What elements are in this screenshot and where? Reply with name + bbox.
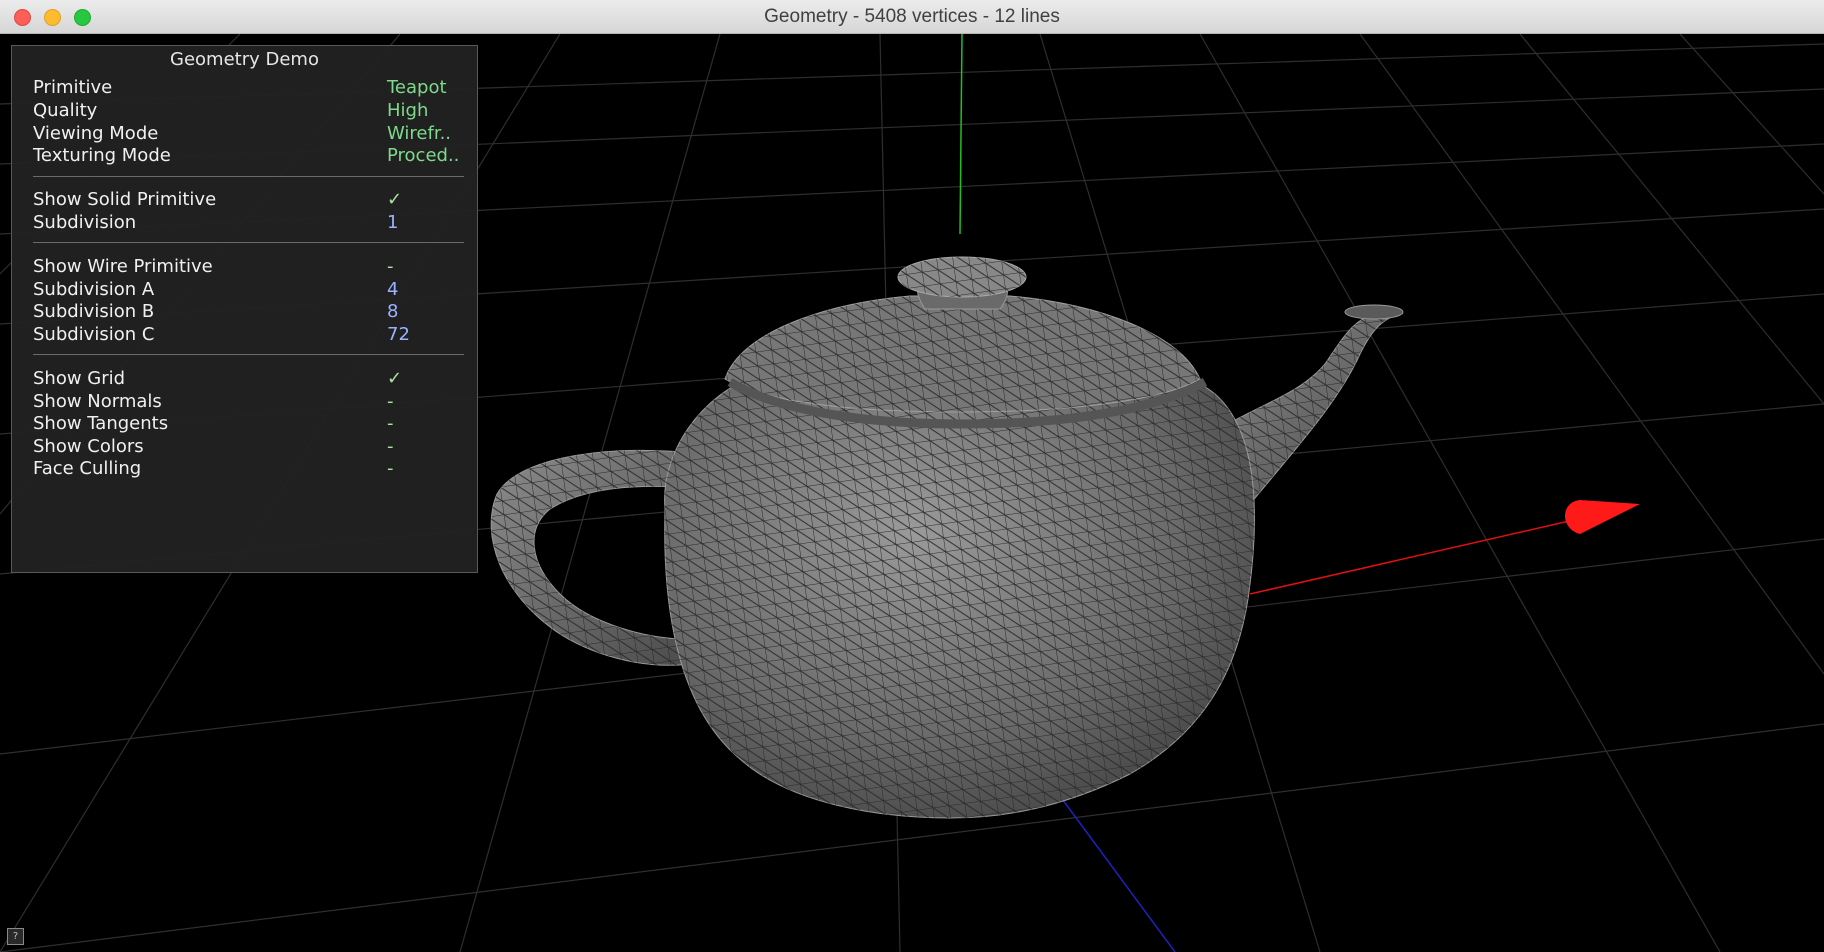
param-label: Subdivision B: [33, 301, 155, 322]
teapot-lid: [724, 256, 1208, 429]
param-row-show-solid-primitive[interactable]: Show Solid Primitive ✓: [33, 189, 453, 211]
title-bar[interactable]: Geometry - 5408 vertices - 12 lines: [0, 0, 1824, 34]
param-row-subdivision-a[interactable]: Subdivision A 4: [33, 279, 453, 301]
param-row-subdivision[interactable]: Subdivision 1: [33, 212, 453, 234]
param-value[interactable]: Teapot: [387, 77, 447, 98]
param-label: Viewing Mode: [33, 123, 159, 144]
param-row-quality[interactable]: Quality High: [33, 100, 453, 122]
y-axis-line: [959, 34, 963, 235]
param-label: Subdivision C: [33, 324, 155, 345]
param-label: Show Normals: [33, 391, 162, 412]
param-value[interactable]: -: [387, 391, 394, 412]
param-label: Subdivision: [33, 212, 137, 233]
window-title: Geometry - 5408 vertices - 12 lines: [764, 6, 1060, 27]
param-row-texturing-mode[interactable]: Texturing Mode Proced..: [33, 145, 459, 167]
geometry-demo-panel[interactable]: Geometry Demo Primitive Teapot Quality H…: [11, 45, 478, 573]
param-value[interactable]: 8: [387, 301, 398, 322]
param-row-primitive[interactable]: Primitive Teapot: [33, 77, 453, 99]
param-row-show-wire-primitive[interactable]: Show Wire Primitive -: [33, 256, 453, 278]
checkmark-icon[interactable]: ✓: [387, 189, 402, 210]
checkmark-icon[interactable]: ✓: [387, 368, 402, 389]
param-row-show-colors[interactable]: Show Colors -: [33, 436, 453, 458]
param-row-show-grid[interactable]: Show Grid ✓: [33, 368, 453, 390]
param-row-face-culling[interactable]: Face Culling -: [33, 458, 453, 480]
panel-title: Geometry Demo: [170, 49, 319, 70]
param-label: Face Culling: [33, 458, 142, 479]
x-axis-line: [1249, 513, 1601, 595]
param-row-show-tangents[interactable]: Show Tangents -: [33, 413, 453, 435]
param-value[interactable]: 72: [387, 324, 410, 345]
param-label: Show Tangents: [33, 413, 169, 434]
app-window: Geometry - 5408 vertices - 12 lines Geom…: [0, 0, 1824, 952]
param-label: Quality: [33, 100, 98, 121]
param-label: Show Solid Primitive: [33, 189, 217, 210]
param-value[interactable]: -: [387, 256, 394, 277]
panel-separator: [33, 176, 464, 177]
panel-separator: [33, 354, 464, 355]
param-row-show-normals[interactable]: Show Normals -: [33, 391, 453, 413]
param-value[interactable]: -: [387, 458, 394, 479]
help-icon[interactable]: ?: [7, 928, 24, 945]
param-label: Show Colors: [33, 436, 144, 457]
param-value[interactable]: Proced..: [387, 145, 459, 166]
param-value[interactable]: Wirefr..: [387, 123, 451, 144]
param-label: Primitive: [33, 77, 113, 98]
param-label: Show Wire Primitive: [33, 256, 213, 277]
param-value[interactable]: High: [387, 100, 428, 121]
param-row-subdivision-b[interactable]: Subdivision B 8: [33, 301, 453, 323]
param-label: Subdivision A: [33, 279, 155, 300]
panel-separator: [33, 242, 464, 243]
param-row-viewing-mode[interactable]: Viewing Mode Wirefr..: [33, 123, 453, 145]
param-value[interactable]: 4: [387, 279, 398, 300]
param-value[interactable]: -: [387, 436, 394, 457]
param-value[interactable]: 1: [387, 212, 398, 233]
param-label: Show Grid: [33, 368, 126, 389]
x-axis-arrowhead: [1565, 500, 1640, 534]
param-value[interactable]: -: [387, 413, 394, 434]
param-row-subdivision-c[interactable]: Subdivision C 72: [33, 324, 453, 346]
param-label: Texturing Mode: [33, 145, 171, 166]
